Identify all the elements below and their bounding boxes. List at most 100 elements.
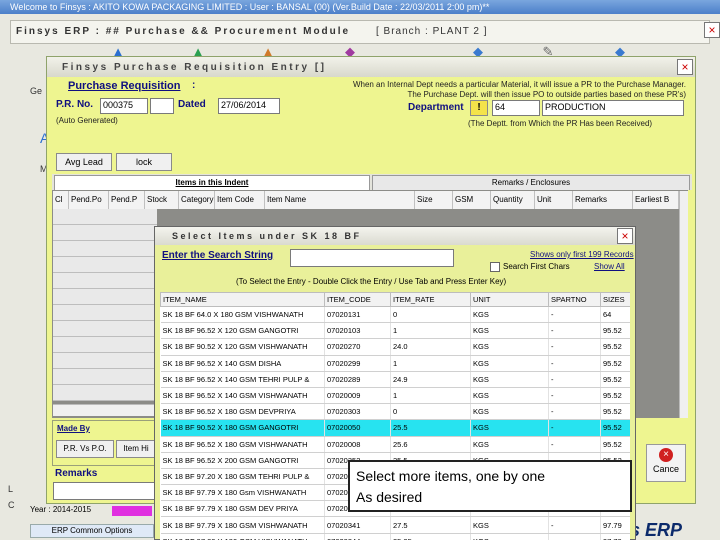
grid-row[interactable] <box>53 369 157 385</box>
pr-no-label: P.R. No. <box>56 99 94 110</box>
instruction-callout: Select more items, one by one As desired <box>348 460 632 512</box>
item-cell: - <box>548 338 601 356</box>
grid-row[interactable] <box>53 289 157 305</box>
tab-remarks-enclosures[interactable]: Remarks / Enclosures <box>372 175 690 190</box>
grid-col-header[interactable]: Unit <box>535 191 573 209</box>
module-close-icon[interactable]: × <box>704 22 720 38</box>
cancel-button-label: Cance <box>652 464 679 474</box>
item-cell: SK 18 BF 96.52 X 180 GSM DEVPRIYA <box>160 403 325 421</box>
branch-label: [ Branch : PLANT 2 ] <box>376 26 488 37</box>
grid-col-header[interactable]: Item Code <box>215 191 265 209</box>
item-cell: SK 18 BF 96.52 X 140 GSM TEHRI PULP & <box>160 371 325 388</box>
search-first-chars-checkbox[interactable] <box>490 262 500 272</box>
cancel-button[interactable]: × Cance <box>646 444 686 482</box>
tab-items-in-indent[interactable]: Items in this Indent <box>54 175 370 190</box>
grid-col-header[interactable]: Size <box>415 191 453 209</box>
item-cell: 1 <box>390 322 471 340</box>
department-lookup-button[interactable]: ! <box>470 100 488 116</box>
show-all-link[interactable]: Show All <box>594 262 625 271</box>
grid-row[interactable] <box>53 273 157 289</box>
department-code-field[interactable]: 64 <box>492 100 540 116</box>
grid-row[interactable] <box>53 257 157 273</box>
item-cell: 07020344 <box>324 533 391 540</box>
grid-col-header[interactable]: Earliest B <box>633 191 679 209</box>
col-header-item-code[interactable]: ITEM_CODE <box>324 292 391 307</box>
select-items-title: Select Items under SK 18 BF <box>172 231 362 241</box>
requisition-window-title: Finsys Purchase Requisition Entry [] <box>62 62 327 73</box>
grid-col-header[interactable]: Pend.Po <box>69 191 109 209</box>
grid-col-header[interactable]: Remarks <box>573 191 633 209</box>
select-items-close-icon[interactable]: × <box>617 228 633 244</box>
search-input[interactable] <box>290 249 454 267</box>
item-cell: SK 18 BF 97.79 X 180 GSM DEV PRIYA <box>160 500 325 518</box>
grid-col-header[interactable]: Pend.P <box>109 191 145 209</box>
item-cell: SK 18 BF 97.20 X 180 GSM VISHWANATH <box>160 533 325 540</box>
grid-row[interactable] <box>53 209 157 225</box>
requisition-info-text: When an Internal Dept needs a particular… <box>352 80 686 99</box>
item-history-button[interactable]: Item Hi <box>116 440 156 458</box>
item-cell: 95.52 <box>600 387 630 405</box>
grid-col-header[interactable]: Item Name <box>265 191 415 209</box>
item-cell: SK 18 BF 97.79 X 180 GSM VISHWANATH <box>160 516 325 534</box>
item-cell: SK 18 BF 97.79 X 180 Gsm VISHWANATH <box>160 484 325 502</box>
grid-row[interactable] <box>53 305 157 321</box>
item-row[interactable]: SK 18 BF 90.52 X 180 GSM GANGOTRI 0702005… <box>160 419 630 437</box>
pr-no-field[interactable]: 000375 <box>100 98 148 114</box>
pr-vs-po-button[interactable]: P.R. Vs P.O. <box>56 440 114 458</box>
item-cell: KGS <box>470 371 549 388</box>
item-row[interactable]: SK 18 BF 96.52 X 180 GSM DEVPRIYA 0702030… <box>160 403 630 421</box>
grid-row[interactable] <box>53 353 157 369</box>
grid-row[interactable] <box>53 241 157 257</box>
item-cell: 25.25 <box>390 533 471 540</box>
item-row[interactable]: SK 18 BF 64.0 X 180 GSM VISHWANATH 070201… <box>160 306 630 324</box>
grid-horizontal-scrollbar[interactable] <box>53 404 157 416</box>
lock-button[interactable]: lock <box>116 153 172 171</box>
col-header-unit[interactable]: UNIT <box>470 292 549 307</box>
item-row[interactable]: SK 18 BF 96.52 X 120 GSM GANGOTRI 0702010… <box>160 322 630 340</box>
department-name-field[interactable]: PRODUCTION <box>542 100 684 116</box>
grid-col-header[interactable]: GSM <box>453 191 491 209</box>
col-header-sizes[interactable]: SIZES <box>600 292 630 307</box>
app-titlebar: Welcome to Finsys : AKITO KOWA PACKAGING… <box>0 0 720 14</box>
item-cell: KGS <box>470 533 549 540</box>
item-row[interactable]: SK 18 BF 96.52 X 140 GSM DISHA 07020299 1 K… <box>160 355 630 372</box>
item-cell: SK 18 BF 90.52 X 120 GSM VISHWANATH <box>160 338 325 356</box>
dated-field[interactable]: 27/06/2014 <box>218 98 280 114</box>
item-row[interactable]: SK 18 BF 97.20 X 180 GSM VISHWANATH07020… <box>160 533 630 540</box>
item-row[interactable]: SK 18 BF 96.52 X 140 GSM VISHWANATH 07020… <box>160 387 630 405</box>
grid-row[interactable] <box>53 385 157 401</box>
dated-label: Dated <box>178 99 206 110</box>
col-header-item-rate[interactable]: ITEM_RATE <box>390 292 471 307</box>
items-table-header: ITEM_NAME ITEM_CODE ITEM_RATE UNIT SPART… <box>160 292 630 307</box>
callout-line-1: Select more items, one by one <box>356 468 546 484</box>
left-edge-text: Ge <box>30 86 43 96</box>
grid-col-header[interactable]: Stock <box>145 191 179 209</box>
grid-row[interactable] <box>53 225 157 241</box>
grid-col-header[interactable]: Cl <box>53 191 69 209</box>
avg-lead-button[interactable]: Avg Lead <box>56 153 112 171</box>
grid-row[interactable] <box>53 321 157 337</box>
item-cell: 07020008 <box>324 436 391 453</box>
grid-col-header[interactable]: Category <box>179 191 215 209</box>
requisition-close-icon[interactable]: × <box>677 59 693 75</box>
item-cell: 24.0 <box>390 338 471 356</box>
shows-first-records-label: Shows only first 199 Records <box>530 250 634 259</box>
item-cell: 07020009 <box>324 387 391 405</box>
col-header-spartno[interactable]: SPARTNO <box>548 292 601 307</box>
pr-no-suffix-field[interactable] <box>150 98 174 114</box>
grid-col-header[interactable]: Quantity <box>491 191 535 209</box>
col-header-item-name[interactable]: ITEM_NAME <box>160 292 325 307</box>
remarks-input[interactable] <box>53 482 157 500</box>
status-indicator <box>112 506 152 516</box>
item-row[interactable]: SK 18 BF 96.52 X 140 GSM TEHRI PULP & 070… <box>160 371 630 388</box>
item-row[interactable]: SK 18 BF 96.52 X 180 GSM VISHWANATH 07020… <box>160 436 630 453</box>
grid-vertical-scrollbar[interactable] <box>679 191 688 418</box>
grid-row[interactable] <box>53 337 157 353</box>
item-cell: 95.52 <box>600 403 630 421</box>
left-edge-text: L <box>8 484 14 494</box>
erp-common-options-button[interactable]: ERP Common Options <box>30 524 154 538</box>
item-row[interactable]: SK 18 BF 90.52 X 120 GSM VISHWANATH 07020… <box>160 338 630 356</box>
item-cell: - <box>548 306 601 324</box>
item-row[interactable]: SK 18 BF 97.79 X 180 GSM VISHWANATH 07020… <box>160 516 630 534</box>
item-cell: - <box>548 419 601 437</box>
